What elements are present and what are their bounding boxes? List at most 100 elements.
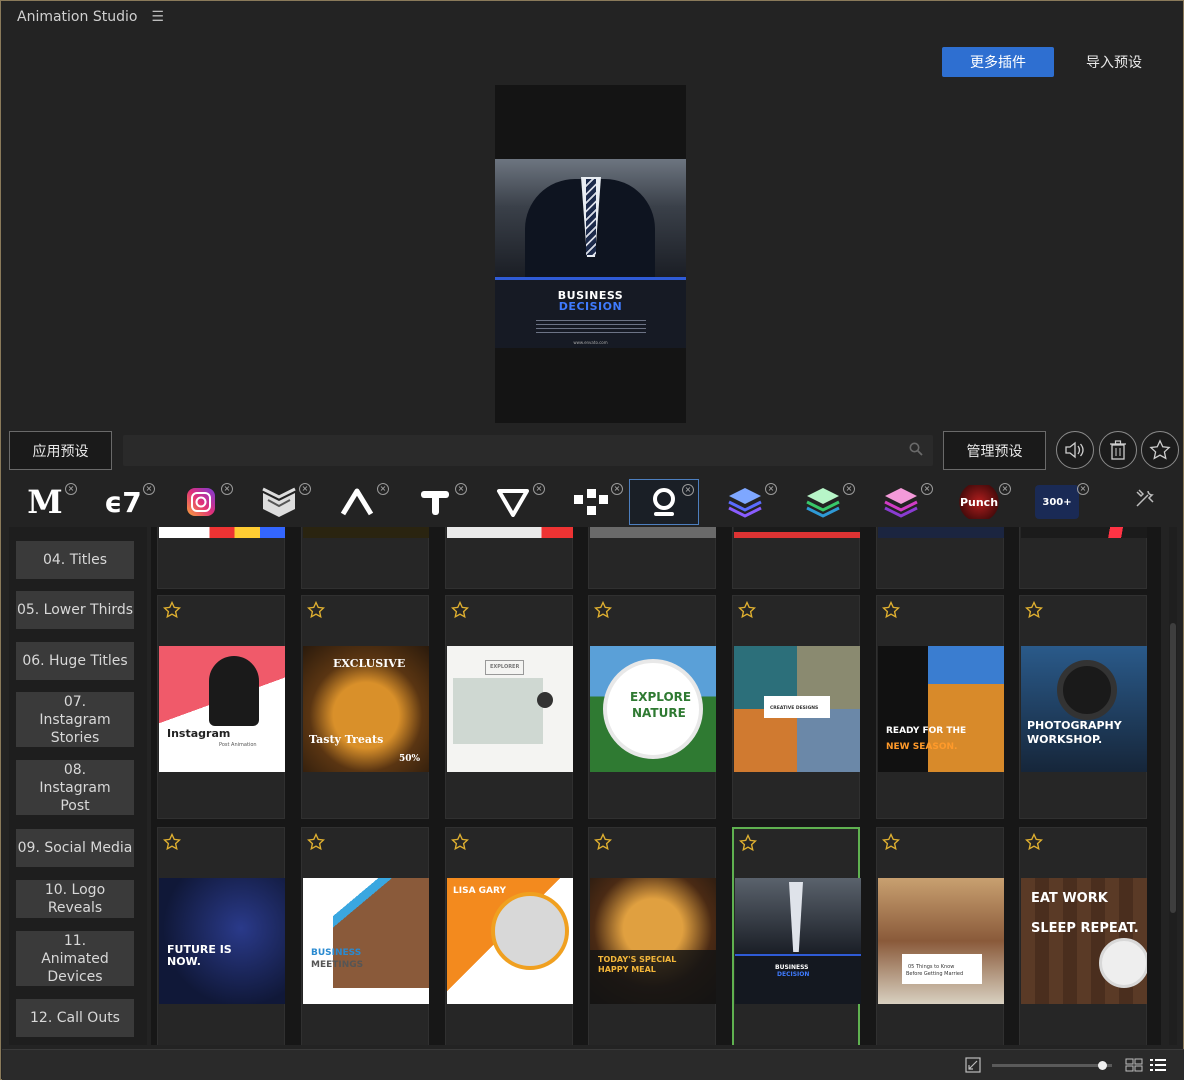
preset-card[interactable] [445, 527, 573, 589]
preset-card[interactable]: CREATIVE DESIGNS [732, 595, 860, 819]
menu-icon[interactable]: ☰ [151, 9, 164, 25]
plugin-m[interactable]: M × [11, 479, 81, 525]
star-icon[interactable] [163, 833, 181, 851]
close-icon[interactable]: × [455, 483, 467, 495]
tools-icon[interactable] [1134, 487, 1156, 509]
preview-url: www.envato.com [573, 340, 608, 345]
close-icon[interactable]: × [611, 483, 623, 495]
preview-photo [495, 159, 686, 279]
preset-card[interactable]: LISA GARY [445, 827, 573, 1045]
close-icon[interactable]: × [377, 483, 389, 495]
close-icon[interactable]: × [533, 483, 545, 495]
preset-card[interactable]: TODAY'S SPECIAL HAPPY MEAL [588, 827, 716, 1045]
plugin-transitions[interactable]: 300+ × [1023, 479, 1093, 525]
close-icon[interactable]: × [682, 484, 694, 496]
close-icon[interactable]: × [221, 483, 233, 495]
preset-card[interactable] [157, 527, 285, 589]
v-logo-icon [491, 485, 535, 519]
star-icon[interactable] [594, 601, 612, 619]
category-item[interactable]: 09. Social Media [16, 829, 134, 867]
stack-green-logo-icon [801, 485, 845, 519]
category-item[interactable]: 07. Instagram Stories [16, 692, 134, 747]
star-icon[interactable] [738, 601, 756, 619]
zoom-slider[interactable] [992, 1061, 1112, 1070]
preset-card[interactable]: EXPLORE NATURE [588, 595, 716, 819]
star-icon[interactable] [1025, 601, 1043, 619]
list-view-icon[interactable] [1149, 1057, 1167, 1073]
star-icon[interactable] [594, 833, 612, 851]
grid-view-icon[interactable] [1125, 1058, 1143, 1072]
preset-card[interactable]: PHOTOGRAPHY WORKSHOP. [1019, 595, 1147, 819]
plugin-stack-blue[interactable]: × [711, 479, 781, 525]
preset-card[interactable] [732, 527, 860, 589]
close-icon[interactable]: × [921, 483, 933, 495]
close-icon[interactable]: × [765, 483, 777, 495]
plugin-e7[interactable]: ϵ7 × [89, 479, 159, 525]
zoom-slider-knob[interactable] [1097, 1061, 1107, 1070]
preset-card[interactable]: FUTURE IS NOW. [157, 827, 285, 1045]
category-item[interactable]: 08. Instagram Post [16, 760, 134, 815]
star-icon[interactable] [451, 833, 469, 851]
preset-card[interactable]: READY FOR THE NEW SEASON. [876, 595, 1004, 819]
close-icon[interactable]: × [299, 483, 311, 495]
status-bar [2, 1049, 1184, 1080]
preset-card[interactable]: 05 Things to Know Before Getting Married [876, 827, 1004, 1045]
preset-card[interactable]: EAT WORK SLEEP REPEAT. [1019, 827, 1147, 1045]
preset-card[interactable] [588, 527, 716, 589]
preset-card[interactable]: BUSINESS MEETINGS [301, 827, 429, 1045]
preset-card[interactable]: Instagram Post Animation [157, 595, 285, 819]
plugin-chevron[interactable]: × [245, 479, 315, 525]
star-icon[interactable] [882, 833, 900, 851]
plugin-stack-green[interactable]: × [789, 479, 859, 525]
more-plugins-button[interactable]: 更多插件 [942, 47, 1054, 77]
search-icon[interactable] [909, 442, 923, 456]
manage-presets-button[interactable]: 管理预设 [943, 431, 1046, 470]
close-icon[interactable]: × [65, 483, 77, 495]
trash-icon [1110, 440, 1126, 460]
sound-button[interactable] [1056, 431, 1094, 469]
m-logo-icon: M [27, 483, 63, 521]
category-item[interactable]: 04. Titles [16, 541, 134, 579]
instagram-logo-icon [179, 485, 223, 519]
plugin-nodes[interactable]: × [557, 479, 627, 525]
o-logo-icon [642, 486, 686, 520]
fit-icon[interactable] [965, 1057, 981, 1073]
close-icon[interactable]: × [843, 483, 855, 495]
apply-preset-button[interactable]: 应用预设 [9, 431, 112, 470]
preset-card[interactable]: EXPLORER [445, 595, 573, 819]
import-presets-button[interactable]: 导入预设 [1071, 47, 1157, 77]
star-icon[interactable] [451, 601, 469, 619]
star-icon[interactable] [307, 833, 325, 851]
star-icon[interactable] [307, 601, 325, 619]
preset-card[interactable]: EXCLUSIVE Tasty Treats 50% [301, 595, 429, 819]
close-icon[interactable]: × [1077, 483, 1089, 495]
plugin-t[interactable]: × [401, 479, 471, 525]
favorite-button[interactable] [1141, 431, 1179, 469]
plugin-instagram[interactable]: × [167, 479, 237, 525]
plugin-a[interactable]: × [323, 479, 393, 525]
preset-card[interactable] [1019, 527, 1147, 589]
search-input[interactable] [123, 435, 933, 466]
close-icon[interactable]: × [999, 483, 1011, 495]
app-window: Animation Studio ☰ 更多插件 导入预设 BUSINESS DE… [0, 0, 1184, 1080]
plugin-punch[interactable]: Punch × [945, 479, 1015, 525]
star-icon[interactable] [1025, 833, 1043, 851]
delete-button[interactable] [1099, 431, 1137, 469]
preset-card[interactable] [876, 527, 1004, 589]
close-icon[interactable]: × [143, 483, 155, 495]
scrollbar-thumb[interactable] [1170, 623, 1176, 913]
category-item[interactable]: 05. Lower Thirds [16, 591, 134, 629]
preset-card-selected[interactable]: BUSINESS DECISION [732, 827, 861, 1045]
category-item[interactable]: 12. Call Outs [16, 999, 134, 1037]
star-icon[interactable] [739, 834, 757, 852]
star-icon[interactable] [882, 601, 900, 619]
grid-scrollbar[interactable] [1169, 527, 1177, 1045]
category-item[interactable]: 11. Animated Devices [16, 931, 134, 986]
star-icon[interactable] [163, 601, 181, 619]
plugin-o[interactable]: × [629, 479, 699, 525]
preset-card[interactable] [301, 527, 429, 589]
category-item[interactable]: 06. Huge Titles [16, 642, 134, 680]
category-item[interactable]: 10. Logo Reveals [16, 880, 134, 918]
plugin-stack-pink[interactable]: × [867, 479, 937, 525]
plugin-v[interactable]: × [479, 479, 549, 525]
